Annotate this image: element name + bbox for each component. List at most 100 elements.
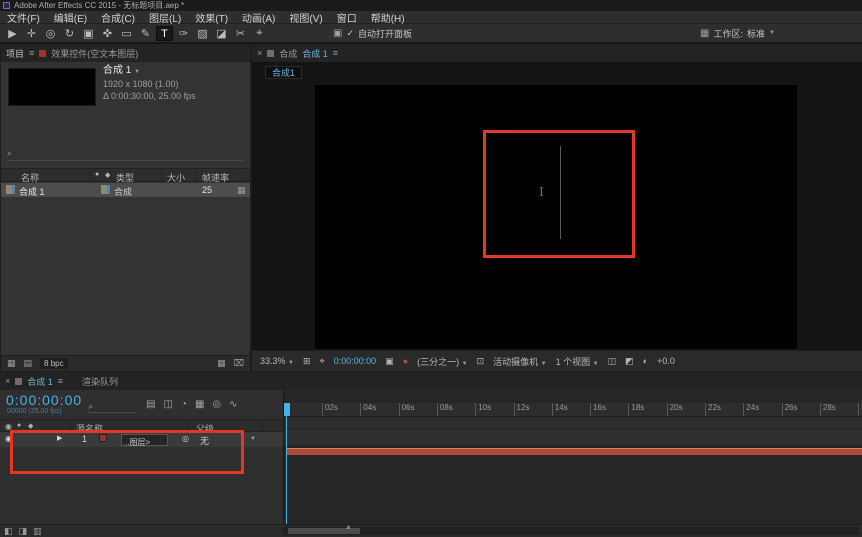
ruler-tick: 08s xyxy=(437,403,453,416)
hand-tool-icon[interactable]: ✛ xyxy=(23,26,40,41)
timeline-ruler[interactable]: 02s04s06s08s10s12s14s16s18s20s22s24s26s2… xyxy=(284,403,862,417)
resolution-select[interactable]: (三分之一) ▼ xyxy=(417,355,467,368)
region-of-interest-icon[interactable]: ⊡ xyxy=(477,356,485,367)
pen-tool-icon[interactable]: ✎ xyxy=(137,26,154,41)
clone-stamp-tool-icon[interactable]: ▨ xyxy=(194,26,211,41)
viewer-timecode[interactable]: 0:00:00:00 xyxy=(334,356,377,366)
menu-item[interactable]: 图层(L) xyxy=(142,10,188,25)
project-comp-name[interactable]: 合成 1 xyxy=(103,65,131,76)
timeline-scrollbar[interactable]: ▲ xyxy=(283,527,858,535)
chevron-down-icon[interactable]: ▼ xyxy=(134,69,140,75)
roto-brush-tool-icon[interactable]: ✂ xyxy=(232,26,249,41)
track-header-strip xyxy=(284,417,862,430)
playhead-handle[interactable] xyxy=(284,403,290,416)
draft-3d-icon[interactable]: ◫ xyxy=(163,399,172,410)
toggle-icon-a[interactable]: ◧ xyxy=(4,526,13,537)
timeline-timecode[interactable]: 0:00:00:00 xyxy=(6,392,82,408)
fast-preview-icon[interactable]: ◩ xyxy=(625,356,634,367)
viewer-inner-tab[interactable]: 合成1 xyxy=(265,66,302,79)
view-layout-select[interactable]: 1 个视图 ▼ xyxy=(556,355,599,368)
close-icon[interactable]: × xyxy=(257,48,262,58)
toggle-icon-c[interactable]: ▥ xyxy=(33,526,42,537)
layer-duration-bar[interactable] xyxy=(286,448,862,455)
selection-tool-icon[interactable]: ▶ xyxy=(4,26,21,41)
panel-menu-icon[interactable]: ≡ xyxy=(29,48,34,58)
ruler-tick: 16s xyxy=(590,403,606,416)
pixel-aspect-icon[interactable]: ◫ xyxy=(608,356,617,367)
brush-tool-icon[interactable]: ✑ xyxy=(175,26,192,41)
tab-render-queue[interactable]: 渲染队列 xyxy=(82,375,118,388)
comp-thumbnail xyxy=(8,68,96,106)
timeline-comp-tab[interactable]: 合成 1 xyxy=(27,375,53,388)
bpc-button[interactable]: 8 bpc xyxy=(40,358,68,369)
menu-item[interactable]: 文件(F) xyxy=(0,10,47,25)
new-folder-icon[interactable]: ▤ xyxy=(24,358,33,369)
comp-type-icon xyxy=(101,185,110,194)
menu-item[interactable]: 编辑(E) xyxy=(47,10,94,25)
project-search-input[interactable]: ⌕ xyxy=(7,148,243,161)
mask-toggle-icon[interactable]: ⌖ xyxy=(320,356,325,367)
annotation-rect-layer xyxy=(10,430,244,474)
timeline-tab-icon xyxy=(15,378,22,385)
exposure-icon[interactable]: ◐ xyxy=(643,356,648,366)
zoom-tool-icon[interactable]: ◎ xyxy=(42,26,59,41)
shape-tool-icon[interactable]: ▭ xyxy=(118,26,135,41)
workspace-value[interactable]: 标准 xyxy=(747,27,765,40)
ruler-tick: 20s xyxy=(667,403,683,416)
trash-icon[interactable]: ⌧ xyxy=(234,358,244,369)
ruler-tick: 30s xyxy=(858,403,862,416)
zoom-marker-icon[interactable]: ▲ xyxy=(345,524,352,531)
ruler-tick: 22s xyxy=(705,403,721,416)
table-row[interactable]: 合成 1 合成 25 ▦ xyxy=(1,183,250,197)
comp-info: 合成 1 ▼ 1920 x 1080 (1.00) Δ 0:00:30:00, … xyxy=(103,65,196,102)
workspace-switcher[interactable]: ▦ 工作区: 标准 ▼ xyxy=(700,24,775,42)
menu-item[interactable]: 窗口 xyxy=(330,10,364,25)
panel-menu-icon[interactable]: ≡ xyxy=(58,376,63,386)
text-tool-icon[interactable]: T xyxy=(156,26,173,41)
viewer-tab-icon xyxy=(267,50,274,57)
eraser-tool-icon[interactable]: ◪ xyxy=(213,26,230,41)
panel-menu-icon[interactable]: ≡ xyxy=(333,48,338,58)
grid-guides-icon[interactable]: ⊞ xyxy=(303,356,311,367)
zoom-select[interactable]: 33.3% ▼ xyxy=(260,356,294,366)
interpret-footage-icon[interactable]: ▦ xyxy=(7,358,16,369)
timeline-search-input[interactable]: ⌕ xyxy=(88,401,136,413)
search-icon: ⌕ xyxy=(88,401,93,411)
camera-tool-icon[interactable]: ▣ xyxy=(80,26,97,41)
hide-shy-icon[interactable]: ◔ xyxy=(181,399,187,410)
menu-item[interactable]: 动画(A) xyxy=(235,10,282,25)
exposure-value[interactable]: +0.0 xyxy=(657,356,675,366)
timeline-tabstrip: × 合成 1 ≡ 渲染队列 xyxy=(0,372,862,390)
tab-project[interactable]: 项目 xyxy=(6,47,24,60)
menu-item[interactable]: 帮助(H) xyxy=(364,10,412,25)
timeline-track-area[interactable]: 02s04s06s08s10s12s14s16s18s20s22s24s26s2… xyxy=(283,390,862,524)
motion-blur-icon[interactable]: ◎ xyxy=(212,399,221,410)
show-channel-icon[interactable]: ● xyxy=(403,356,408,366)
pan-behind-tool-icon[interactable]: ✜ xyxy=(99,26,116,41)
toggle-icon-b[interactable]: ◨ xyxy=(19,526,28,537)
new-comp-icon[interactable]: ▦ xyxy=(217,358,226,369)
ruler-tick: 28s xyxy=(820,403,836,416)
app-icon xyxy=(3,2,10,9)
comp-flowchart-icon[interactable]: ▤ xyxy=(146,399,155,410)
tab-effect-controls[interactable]: 效果控件(空文本图层) xyxy=(51,47,138,60)
rotation-tool-icon[interactable]: ↻ xyxy=(61,26,78,41)
auto-open-label: 自动打开面板 xyxy=(358,27,412,40)
chevron-down-icon[interactable]: ▼ xyxy=(250,436,256,442)
graph-editor-icon[interactable]: ∿ xyxy=(229,399,237,410)
comp-icon xyxy=(6,185,15,194)
snapshot-icon[interactable]: ▣ xyxy=(385,356,394,367)
frame-blend-icon[interactable]: ▦ xyxy=(195,399,204,410)
timeline-icon-strip: ▤ ◫ ◔ ▦ ◎ ∿ xyxy=(146,399,238,410)
menu-item[interactable]: 合成(C) xyxy=(94,10,142,25)
row-name[interactable]: 合成 1 xyxy=(19,185,45,198)
auto-open-panel-toggle[interactable]: ▣ ✓ 自动打开面板 xyxy=(333,24,412,42)
viewer-comp-tab[interactable]: 合成 1 xyxy=(302,47,328,60)
playhead-line[interactable] xyxy=(286,403,287,524)
camera-select[interactable]: 活动摄像机 ▼ xyxy=(493,355,546,368)
puppet-pin-tool-icon[interactable]: ⌖ xyxy=(251,26,268,41)
menu-item[interactable]: 效果(T) xyxy=(188,10,235,25)
close-icon[interactable]: × xyxy=(5,376,10,386)
view-layout-value: 1 个视图 xyxy=(556,357,591,367)
menu-item[interactable]: 视图(V) xyxy=(282,10,329,25)
